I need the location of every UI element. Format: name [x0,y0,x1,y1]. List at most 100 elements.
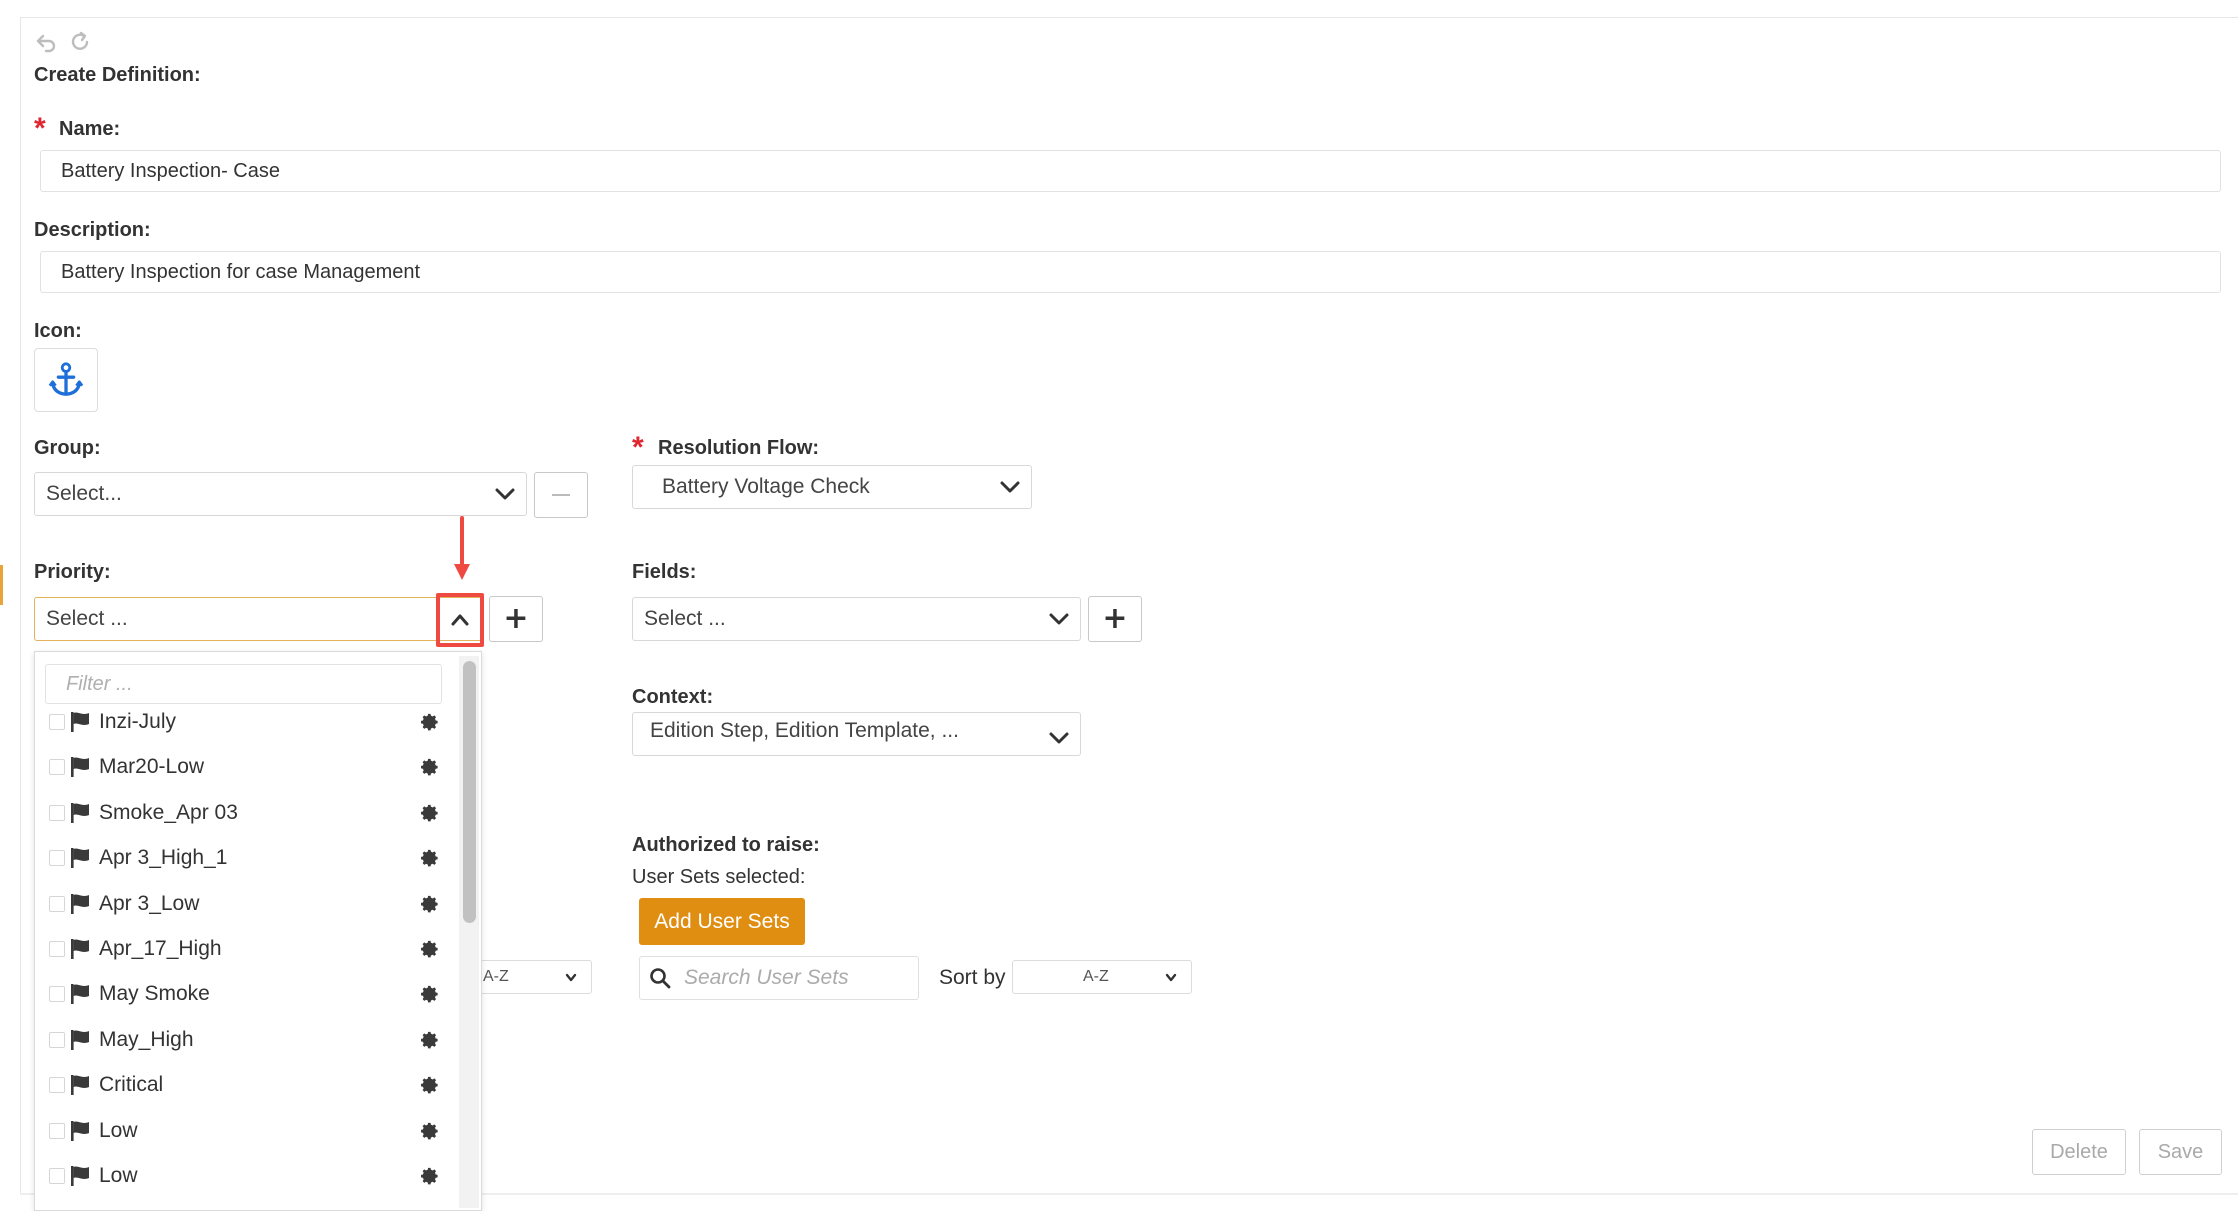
gear-icon[interactable] [418,938,440,960]
option-label: May Smoke [99,982,210,1006]
priority-option[interactable]: May Smoke [35,974,455,1014]
description-field-value: Battery Inspection for case Management [61,260,421,283]
priority-option[interactable]: Critical [35,1065,455,1105]
option-label: Smoke_Apr 03 [99,800,238,824]
context-select-value: Edition Step, Edition Template, ... [650,719,959,742]
option-checkbox[interactable] [49,1077,65,1094]
option-checkbox[interactable] [49,895,65,912]
fields-select[interactable]: Select ... [632,597,1081,641]
option-checkbox[interactable] [49,850,65,867]
add-priority-button[interactable]: + [489,596,543,642]
undo-icon[interactable] [34,30,58,54]
minus-icon [552,494,570,496]
fields-label: Fields: [632,561,697,583]
remove-group-button[interactable] [534,472,588,518]
priority-option[interactable]: May_High [35,1020,455,1060]
flag-icon [69,847,93,869]
description-label: Description: [34,219,151,241]
active-row-marker [0,565,3,605]
plus-icon: + [1102,601,1128,636]
chevron-down-icon [495,488,515,500]
add-user-sets-button[interactable]: Add User Sets [639,898,805,945]
flag-icon [69,983,93,1005]
gear-icon[interactable] [418,1074,440,1096]
priority-option[interactable]: Apr 3_Low [35,884,455,924]
flag-icon [69,893,93,915]
filter-input[interactable] [45,664,442,704]
option-label: Critical [99,1073,164,1097]
gear-icon[interactable] [418,1120,440,1142]
context-label: Context: [632,686,714,708]
authorized-label: Authorized to raise: [632,834,820,856]
description-field[interactable]: Battery Inspection for case Management [40,251,2221,293]
option-checkbox[interactable] [49,1168,65,1184]
required-asterisk-icon: * [632,431,644,464]
flag-icon [69,938,93,960]
option-checkbox[interactable] [49,804,65,821]
option-label: Apr 3_Low [99,891,200,915]
name-field[interactable]: Battery Inspection- Case [40,150,2221,192]
option-checkbox[interactable] [49,1031,65,1048]
chevron-down-icon [565,973,577,982]
gear-icon[interactable] [418,1029,440,1051]
option-label: Mar20-Low [99,755,205,779]
add-field-button[interactable]: + [1088,596,1142,642]
flag-icon [69,711,93,733]
gear-icon[interactable] [418,893,440,915]
search-user-sets [639,956,919,1000]
sort-by-label: Sort by [939,966,1006,989]
option-label: Apr 3_High_1 [99,846,228,870]
plus-icon: + [503,601,529,636]
priority-option[interactable]: Apr_17_High [35,929,455,969]
scrollbar-thumb[interactable] [463,661,476,923]
save-button[interactable]: Save [2139,1129,2222,1175]
highlight-box [436,593,484,647]
group-select-value: Select... [46,482,122,505]
priority-option[interactable]: Low [35,1111,455,1151]
gear-icon[interactable] [418,756,440,778]
user-sets-selected-label: User Sets selected: [632,866,806,888]
gear-icon[interactable] [418,1165,440,1187]
priority-select[interactable]: Select ... [34,597,482,641]
option-checkbox[interactable] [49,759,65,776]
option-checkbox[interactable] [49,941,65,957]
required-asterisk-icon: * [34,112,46,145]
annotation-arrow-icon [450,516,474,584]
icon-picker[interactable] [34,348,98,412]
priority-option[interactable]: Low [35,1156,455,1196]
priority-option[interactable]: Inzi-July [35,702,455,742]
name-label: Name: [59,118,121,140]
option-checkbox[interactable] [49,1122,65,1139]
option-label: Apr_17_High [99,937,222,960]
sort-select[interactable]: A-Z [1012,960,1192,994]
flag-icon [69,1074,93,1096]
chevron-down-icon [1000,481,1020,493]
gear-icon[interactable] [418,847,440,869]
group-select[interactable]: Select... [34,472,527,516]
left-sort-select-value: A-Z [483,968,509,985]
resolution-flow-label: Resolution Flow: [658,437,820,459]
redo-icon[interactable] [68,30,92,54]
option-checkbox[interactable] [49,714,65,730]
search-icon [650,968,671,989]
gear-icon[interactable] [418,802,440,824]
priority-option[interactable]: Smoke_Apr 03 [35,793,455,833]
flag-icon [69,756,93,778]
flag-icon [69,1165,93,1187]
option-label: Low [99,1164,138,1187]
priority-dropdown: Inzi-July Mar20-Low Smoke_Apr 03 Apr 3_High… [34,651,482,1211]
option-checkbox[interactable] [49,986,65,1003]
context-select[interactable]: Edition Step, Edition Template, ... [632,712,1081,756]
group-label: Group: [34,437,101,459]
gear-icon[interactable] [418,983,440,1005]
flag-icon [69,1029,93,1051]
delete-button[interactable]: Delete [2032,1129,2126,1175]
page-title: Create Definition: [34,64,201,86]
icon-label: Icon: [34,320,82,342]
gear-icon[interactable] [418,711,440,733]
priority-option[interactable]: Mar20-Low [35,747,455,787]
resolution-flow-select[interactable]: Battery Voltage Check [632,465,1032,509]
priority-option[interactable]: Apr 3_High_1 [35,838,455,878]
flag-icon [69,1120,93,1142]
search-input[interactable] [639,956,919,1000]
